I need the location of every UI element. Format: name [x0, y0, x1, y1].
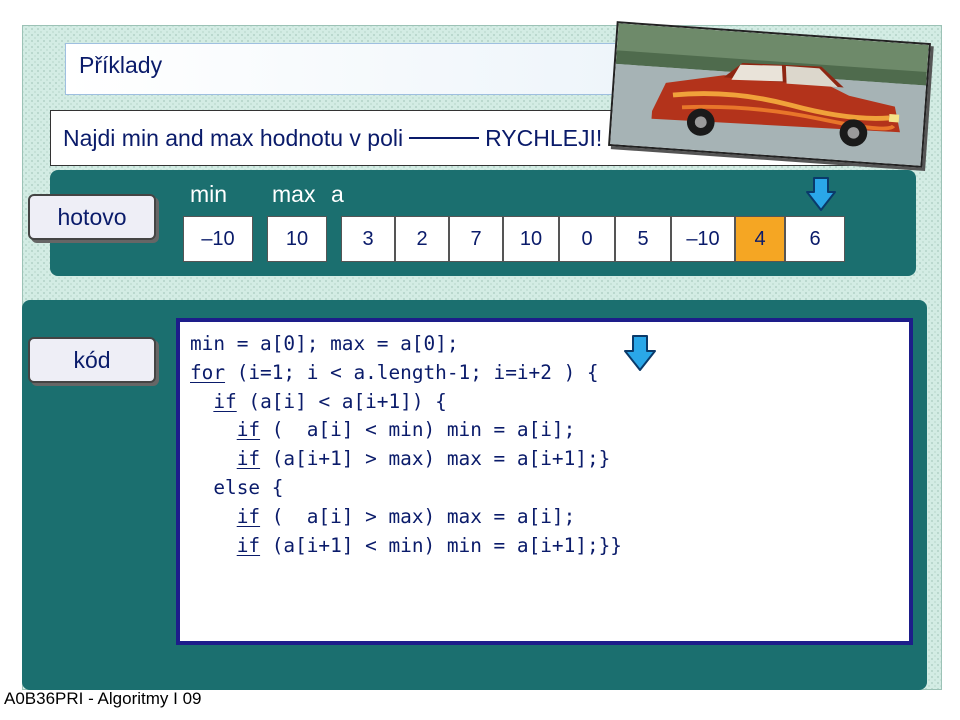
code-listing: min = a[0]; max = a[0]; for (i=1; i < a.l…: [190, 330, 622, 560]
code-keyword: if: [236, 418, 261, 442]
array-cell: 2: [395, 216, 449, 262]
down-arrow-icon: [805, 176, 837, 217]
task-text: Najdi min and max hodnotu v poli RYCHLEJI…: [63, 125, 602, 152]
array-cell: 3: [341, 216, 395, 262]
array-cell: 0: [559, 216, 615, 262]
code-keyword: if: [213, 389, 237, 413]
code-text: (a[i+1] < min) min = a[i+1];}}: [260, 533, 622, 557]
task-text-after: RYCHLEJI!: [485, 125, 603, 151]
slide-title: Příklady: [79, 52, 163, 78]
code-text: else {: [213, 475, 284, 499]
code-line: if (a[i+1] < min) min = a[i+1];}}: [190, 532, 622, 561]
code-line: if ( a[i] < min) min = a[i];: [190, 416, 622, 445]
code-text: (a[i] < a[i+1]) {: [236, 389, 447, 413]
code-text: ( a[i] < min) min = a[i];: [260, 418, 576, 442]
array-cell: 7: [449, 216, 503, 262]
array-header: a: [331, 181, 344, 207]
code-line: else {: [190, 474, 622, 503]
kod-button-label: kód: [73, 346, 111, 373]
min-header: min: [190, 181, 228, 207]
max-value-cell: 10: [267, 216, 327, 262]
code-keyword: if: [236, 533, 261, 557]
array-row: –10 10 3 2 7 10 0 5 –10 4 6: [183, 216, 845, 262]
car-photo: [608, 21, 931, 168]
code-text: ( a[i] > max) max = a[i];: [260, 504, 576, 528]
array-cell: –10: [671, 216, 735, 262]
code-keyword: if: [236, 447, 261, 471]
min-value-cell: –10: [183, 216, 253, 262]
down-arrow-icon: [623, 334, 657, 377]
hotovo-button-label: hotovo: [57, 203, 127, 230]
dash: [409, 136, 480, 139]
footer-text: A0B36PRI - Algoritmy I 09: [4, 689, 202, 708]
code-line: min = a[0]; max = a[0];: [190, 330, 622, 359]
code-line: for (i=1; i < a.length-1; i=i+2 ) {: [190, 359, 622, 388]
cell-gap: [327, 216, 341, 262]
code-line: if (a[i+1] > max) max = a[i+1];}: [190, 445, 622, 474]
code-keyword: if: [236, 504, 261, 528]
hotovo-button[interactable]: hotovo: [28, 194, 156, 240]
array-cell: 10: [503, 216, 559, 262]
cell-gap: [253, 216, 267, 262]
max-header: max: [272, 181, 316, 207]
code-line: if ( a[i] > max) max = a[i];: [190, 503, 622, 532]
array-cell: 5: [615, 216, 671, 262]
array-cell-highlighted: 4: [735, 216, 785, 262]
array-cell: 6: [785, 216, 845, 262]
task-text-before: Najdi min and max hodnotu v poli: [63, 125, 404, 151]
code-text: (i=1; i < a.length-1; i=i+2 ) {: [225, 360, 599, 384]
code-text: min = a[0]; max = a[0];: [190, 332, 459, 355]
code-line: if (a[i] < a[i+1]) {: [190, 388, 622, 417]
code-keyword: for: [190, 360, 226, 384]
kod-button[interactable]: kód: [28, 337, 156, 383]
code-text: (a[i+1] > max) max = a[i+1];}: [260, 447, 611, 471]
